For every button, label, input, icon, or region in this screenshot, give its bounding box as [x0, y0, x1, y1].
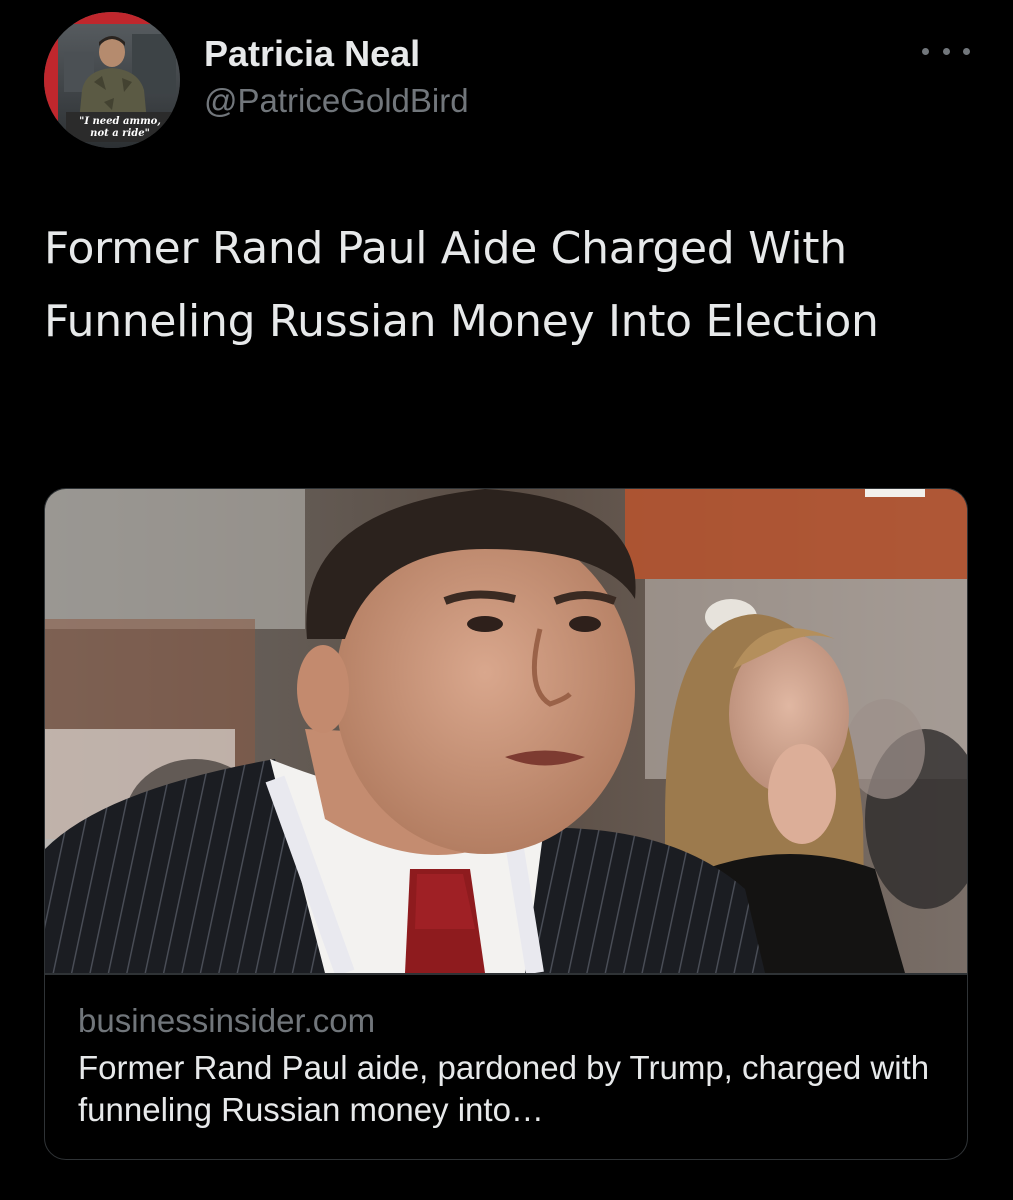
more-horizontal-icon: [922, 47, 929, 55]
link-title: Former Rand Paul aide, pardoned by Trump…: [78, 1049, 930, 1128]
tweet: "I need ammo, not a ride" Patricia Neal …: [0, 0, 1013, 1200]
link-preview-image[interactable]: [45, 489, 967, 973]
avatar-caption-line-1: "I need ammo,: [79, 116, 161, 127]
link-domain: businessinsider.com: [78, 1002, 376, 1039]
display-name[interactable]: Patricia Neal: [204, 34, 420, 74]
more-dot: [963, 47, 970, 55]
avatar[interactable]: "I need ammo, not a ride": [44, 12, 180, 148]
tweet-text: Former Rand Paul Aide Charged With Funne…: [44, 223, 879, 347]
more-options-button[interactable]: [922, 38, 970, 64]
news-photo: [45, 489, 967, 973]
avatar-caption-line-2: not a ride": [90, 128, 150, 139]
avatar-image: "I need ammo, not a ride": [44, 12, 180, 148]
more-dot: [942, 47, 950, 55]
link-preview-card[interactable]: businessinsider.com Former Rand Paul aid…: [44, 488, 968, 1160]
card-divider: [45, 973, 967, 975]
user-handle[interactable]: @PatriceGoldBird: [204, 82, 469, 120]
